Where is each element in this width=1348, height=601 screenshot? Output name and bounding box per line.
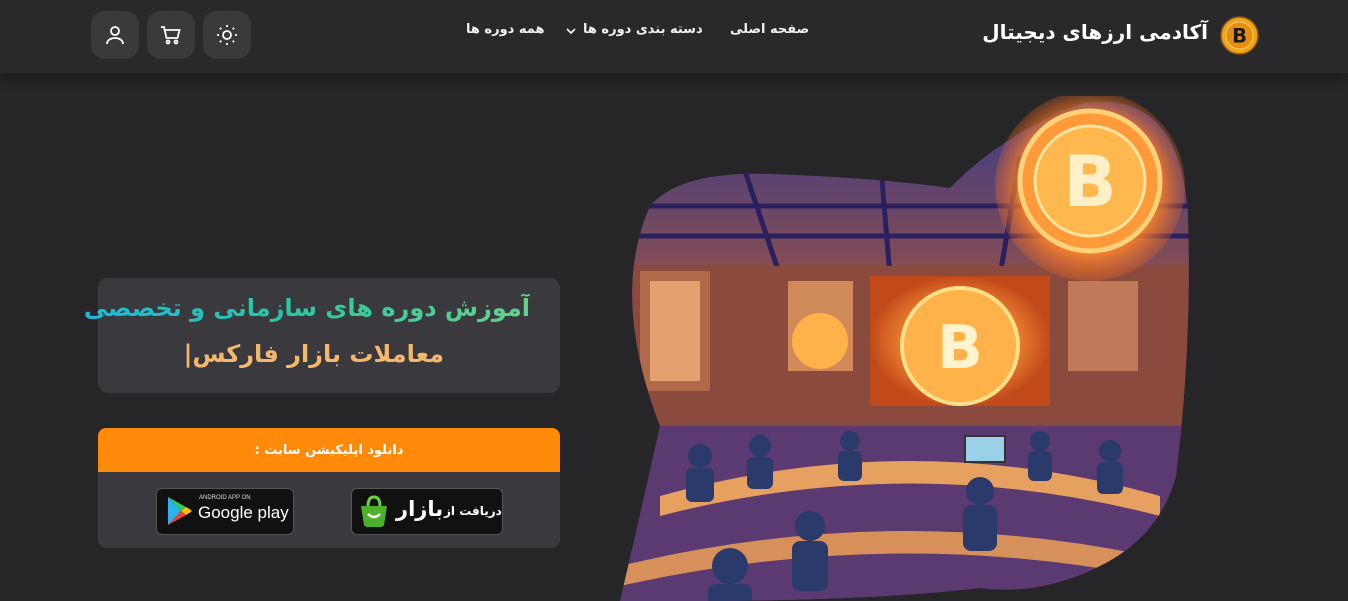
google-play-button[interactable]: ANDROID APP ON Google play	[156, 488, 294, 535]
app-download-box: دانلود اپلیکیشن سایت : بازار دریافت از A…	[98, 428, 560, 548]
google-play-icon	[168, 497, 192, 525]
svg-text:B: B	[1063, 141, 1116, 223]
chevron-down-icon	[566, 28, 576, 35]
sun-icon	[217, 25, 237, 45]
download-app-label: دانلود اپلیکیشن سایت :	[98, 428, 560, 472]
user-account-button[interactable]	[91, 11, 139, 59]
hero-classroom-illustration: B B	[620, 96, 1189, 601]
google-play-small-text: ANDROID APP ON	[199, 495, 251, 501]
nav-home[interactable]: صفحه اصلی	[730, 22, 809, 37]
hero-title-line1: آموزش دوره های سازمانی و تخصصی	[83, 294, 530, 322]
logo-text[interactable]: آکادمی ارزهای دیجیتال	[982, 20, 1208, 44]
cart-icon	[161, 26, 181, 45]
theme-toggle-button[interactable]	[203, 11, 251, 59]
bazaar-prefix: دریافت از	[444, 504, 502, 518]
google-play-name: Google play	[198, 503, 289, 522]
nav-all-courses[interactable]: همه دوره ها	[466, 22, 544, 37]
user-icon	[106, 26, 124, 45]
hero-title-line2: معاملات بازار فارکس|	[183, 340, 444, 368]
bazaar-download-button[interactable]: بازار دریافت از	[351, 488, 503, 535]
hero-title-card: آموزش دوره های سازمانی و تخصصی معاملات ب…	[84, 278, 560, 393]
bazaar-name: بازار	[396, 497, 444, 521]
nav-categories-dropdown[interactable]: دسته بندی دوره ها	[565, 22, 703, 37]
cart-button[interactable]	[147, 11, 195, 59]
bazaar-bag-icon	[361, 495, 387, 527]
site-header: همه دوره ها دسته بندی دوره ها صفحه اصلی …	[0, 0, 1348, 73]
svg-text:B: B	[1232, 24, 1247, 47]
svg-text:B: B	[937, 313, 983, 383]
bitcoin-logo-icon[interactable]: B	[1220, 16, 1259, 55]
nav-categories-label: دسته بندی دوره ها	[583, 22, 703, 37]
